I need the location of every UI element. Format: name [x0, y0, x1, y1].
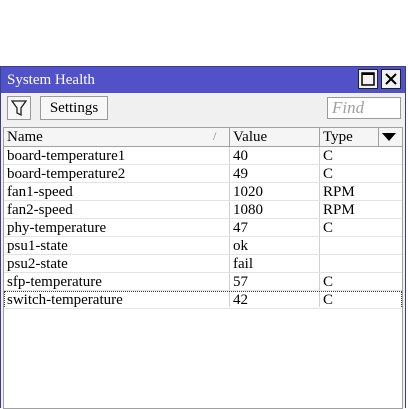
cell-type: C	[323, 274, 334, 290]
close-icon	[385, 73, 397, 85]
table-header: Name / Value Type	[4, 128, 402, 147]
table-row[interactable]: sfp-temperature 57 C	[4, 273, 402, 291]
column-header-value[interactable]: Value	[230, 128, 320, 146]
table-row[interactable]: psu1-state ok	[4, 237, 402, 255]
cell-name: board-temperature2	[7, 166, 126, 182]
cell-name: psu2-state	[7, 256, 68, 272]
toolbar: Settings Find	[1, 93, 405, 125]
settings-button[interactable]: Settings	[40, 96, 108, 120]
table-row[interactable]: psu2-state fail	[4, 255, 402, 273]
table-row[interactable]: board-temperature1 40 C	[4, 147, 402, 165]
cell-name: board-temperature1	[7, 148, 126, 164]
cell-value: 49	[233, 166, 248, 182]
table-row[interactable]: board-temperature2 49 C	[4, 165, 402, 183]
maximize-button[interactable]	[358, 69, 378, 89]
chevron-down-icon[interactable]	[381, 132, 397, 142]
table-row[interactable]: switch-temperature 42 C	[4, 291, 402, 309]
table-row[interactable]: phy-temperature 47 C	[4, 219, 402, 237]
selection-outline	[4, 291, 402, 309]
cell-value: 57	[233, 274, 248, 290]
close-button[interactable]	[381, 69, 401, 89]
system-health-window: System Health Settings Find Name / Value…	[0, 66, 406, 409]
column-header-type[interactable]: Type	[320, 128, 378, 146]
cell-value: 40	[233, 148, 248, 164]
column-header-name[interactable]: Name	[4, 128, 229, 146]
cell-type: RPM	[323, 202, 355, 218]
column-separator	[378, 128, 379, 146]
filter-icon	[11, 100, 27, 117]
health-table: Name / Value Type board-temperature1 40 Cb…	[3, 127, 403, 409]
cell-name: fan2-speed	[7, 202, 73, 218]
cell-type: C	[323, 148, 334, 164]
filter-button[interactable]	[7, 96, 31, 120]
cell-value: ok	[233, 238, 248, 254]
cell-value: 1020	[233, 184, 263, 200]
cell-name: psu1-state	[7, 238, 68, 254]
cell-name: fan1-speed	[7, 184, 73, 200]
cell-name: phy-temperature	[7, 220, 107, 236]
table-row[interactable]: fan1-speed 1020 RPM	[4, 183, 402, 201]
maximize-icon	[361, 72, 375, 86]
sort-indicator: /	[213, 129, 217, 143]
window-title: System Health	[7, 72, 95, 88]
title-bar[interactable]: System Health	[1, 67, 405, 93]
cell-type: C	[323, 220, 334, 236]
cell-type: RPM	[323, 184, 355, 200]
find-input[interactable]: Find	[327, 97, 401, 119]
cell-value: 1080	[233, 202, 263, 218]
row-divider	[4, 308, 402, 309]
cell-type: C	[323, 166, 334, 182]
cell-name: sfp-temperature	[7, 274, 102, 290]
cell-value: fail	[233, 256, 253, 272]
cell-value: 47	[233, 220, 248, 236]
table-row[interactable]: fan2-speed 1080 RPM	[4, 201, 402, 219]
